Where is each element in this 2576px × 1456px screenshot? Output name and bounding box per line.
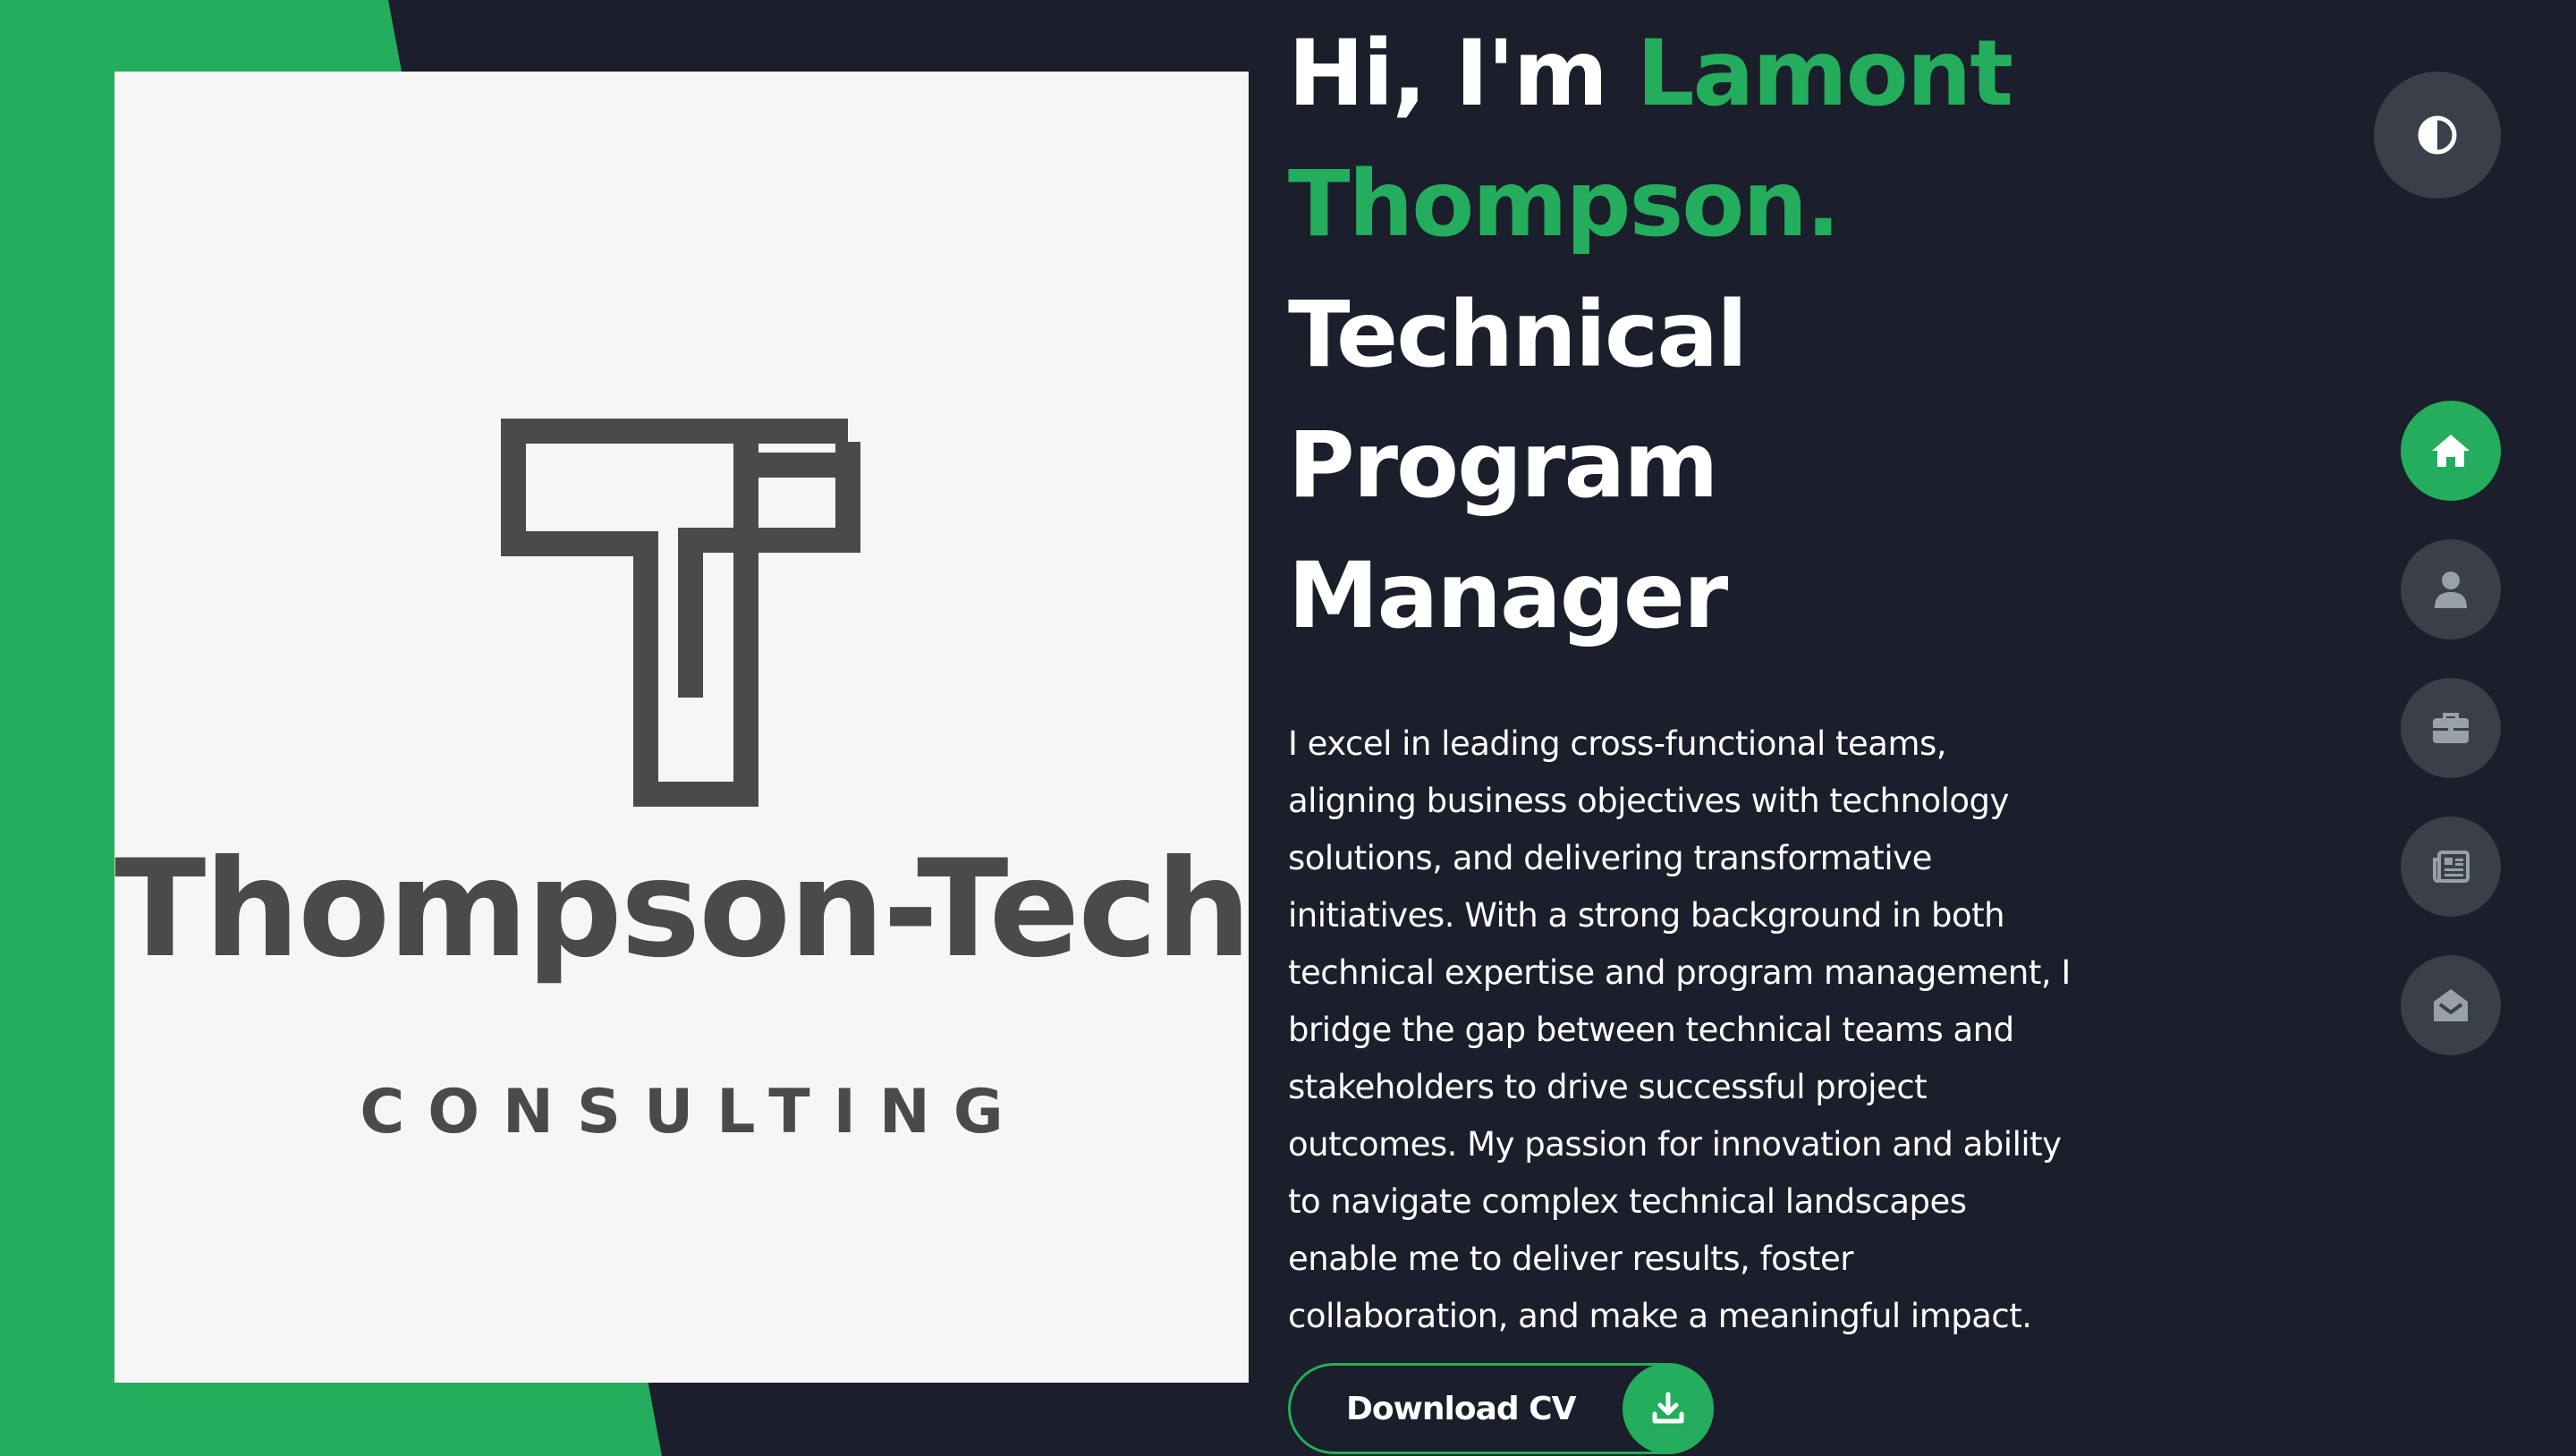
envelope-open-icon xyxy=(2434,989,2468,1021)
theme-toggle-button[interactable] xyxy=(2374,72,2501,199)
newspaper-icon xyxy=(2433,851,2470,883)
name-first: Lamont xyxy=(1636,21,2014,127)
logo-mark-icon xyxy=(501,419,860,807)
role-line-2: Program xyxy=(1288,412,1719,519)
logo-name: Thompson-Tech xyxy=(114,832,1251,987)
download-cv-label: Download CV xyxy=(1346,1390,1576,1427)
name-last: Thompson. xyxy=(1288,151,1841,258)
nav-contact[interactable] xyxy=(2401,955,2501,1055)
download-icon xyxy=(1623,1363,1714,1454)
briefcase-icon xyxy=(2433,713,2469,743)
nav-home[interactable] xyxy=(2401,401,2501,501)
nav-portfolio[interactable] xyxy=(2401,678,2501,778)
download-cv-button[interactable]: Download CV xyxy=(1288,1363,1714,1454)
nav-about[interactable] xyxy=(2401,539,2501,639)
role-line-3: Manager xyxy=(1288,543,1728,649)
role-line-1: Technical xyxy=(1288,282,1748,388)
user-icon xyxy=(2435,571,2467,608)
hero-section: Hi, I'm Lamont Thompson. Technical Progr… xyxy=(1288,9,2093,1345)
home-icon xyxy=(2432,435,2470,467)
greeting-text: Hi, I'm xyxy=(1288,21,1637,127)
contrast-icon xyxy=(2418,115,2457,155)
logo-tagline: CONSULTING xyxy=(360,1077,1027,1147)
hero-title: Hi, I'm Lamont Thompson. Technical Progr… xyxy=(1288,9,2093,662)
nav-blog[interactable] xyxy=(2401,817,2501,917)
profile-image: Thompson-Tech CONSULTING xyxy=(114,72,1251,1383)
hero-bio: I excel in leading cross-functional team… xyxy=(1288,724,2071,1335)
side-navigation xyxy=(2401,401,2501,1094)
